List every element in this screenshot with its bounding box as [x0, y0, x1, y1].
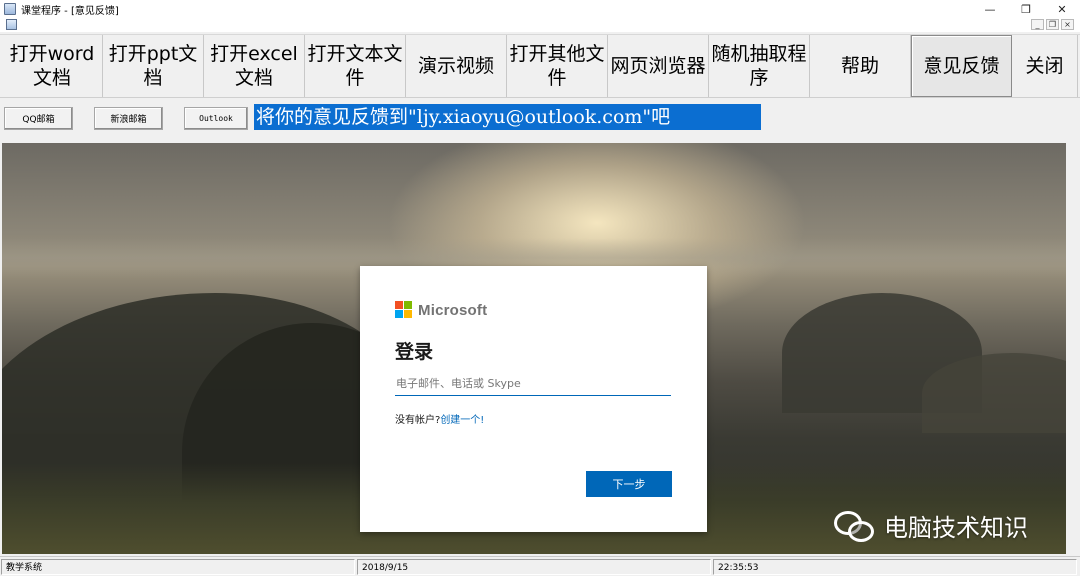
watermark: 电脑技术知识 [834, 508, 1028, 543]
mdi-restore-button[interactable]: ❐ [1046, 19, 1059, 30]
help-button[interactable]: 帮助 [810, 35, 911, 97]
app-icon [4, 3, 16, 15]
close-button[interactable]: 关闭 [1012, 35, 1078, 97]
open-other-button[interactable]: 打开其他文 件 [507, 35, 608, 97]
open-word-button[interactable]: 打开word 文档 [2, 35, 103, 97]
feedback-button[interactable]: 意见反馈 [911, 35, 1012, 97]
window-controls: — ❐ ✕ [972, 0, 1080, 18]
login-title: 登录 [395, 341, 434, 363]
email-input[interactable] [395, 372, 671, 396]
no-account-text: 没有帐户?创建一个! [395, 411, 484, 426]
create-account-link[interactable]: 创建一个! [440, 415, 484, 426]
next-button[interactable]: 下一步 [586, 471, 672, 497]
web-browser-button[interactable]: 网页浏览器 [608, 35, 709, 97]
title-bar: 课堂程序 - [意见反馈] — ❐ ✕ [0, 0, 1080, 18]
status-system: 教学系统 [1, 559, 355, 575]
login-card: Microsoft 登录 没有帐户?创建一个! 下一步 [360, 266, 707, 532]
feedback-subbar: QQ邮箱 新浪邮箱 Outlook 将你的意见反馈到"ljy.xiaoyu@ou… [0, 99, 1080, 143]
status-time: 22:35:53 [713, 559, 1077, 575]
child-window-icon[interactable] [6, 19, 17, 30]
microsoft-brand: Microsoft [418, 301, 488, 319]
outlook-button[interactable]: Outlook [184, 107, 248, 130]
microsoft-squares-icon [395, 301, 413, 319]
mdi-minimize-button[interactable]: _ [1031, 19, 1044, 30]
mdi-controls: _ ❐ × [1031, 19, 1074, 30]
qq-mail-button[interactable]: QQ邮箱 [4, 107, 73, 130]
feedback-banner: 将你的意见反馈到"ljy.xiaoyu@outlook.com"吧 [254, 104, 761, 130]
microsoft-logo: Microsoft [395, 301, 487, 319]
random-pick-button[interactable]: 随机抽取程 序 [709, 35, 810, 97]
restore-button[interactable]: ❐ [1008, 0, 1044, 18]
no-account-label: 没有帐户? [395, 415, 441, 426]
main-toolbar: 打开word 文档 打开ppt文 档 打开excel 文档 打开文本文 件 演示… [0, 34, 1080, 98]
minimize-button[interactable]: — [972, 0, 1008, 18]
status-bar: 教学系统 2018/9/15 22:35:53 [0, 556, 1080, 576]
browser-side-strip [1066, 143, 1080, 554]
open-text-button[interactable]: 打开文本文 件 [305, 35, 406, 97]
open-excel-button[interactable]: 打开excel 文档 [204, 35, 305, 97]
demo-video-button[interactable]: 演示视频 [406, 35, 507, 97]
status-date: 2018/9/15 [357, 559, 711, 575]
sina-mail-button[interactable]: 新浪邮箱 [94, 107, 163, 130]
close-window-button[interactable]: ✕ [1044, 0, 1080, 18]
watermark-text: 电脑技术知识 [884, 514, 1028, 542]
open-ppt-button[interactable]: 打开ppt文 档 [103, 35, 204, 97]
mdi-close-button[interactable]: × [1061, 19, 1074, 30]
wechat-icon [834, 509, 876, 543]
window-title: 课堂程序 - [意见反馈] [21, 5, 119, 17]
mdi-bar: _ ❐ × [0, 18, 1080, 32]
